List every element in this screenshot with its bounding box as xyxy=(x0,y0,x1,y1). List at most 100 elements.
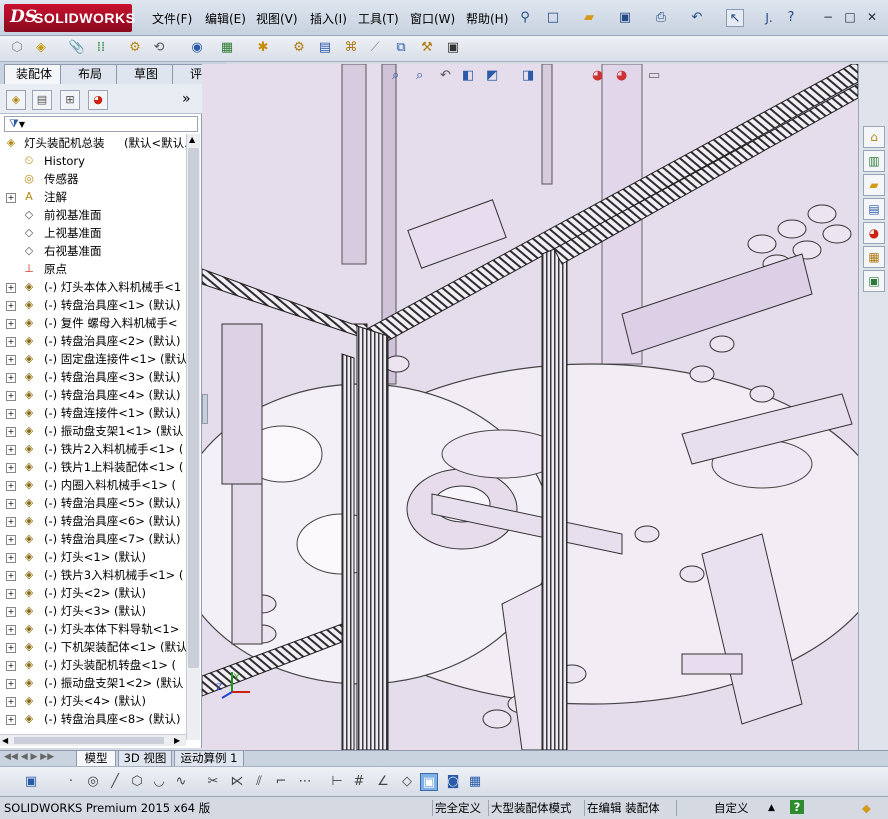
tree-root[interactable]: ◈ 灯头装配机总装 (默认<默认... xyxy=(0,134,188,152)
clearance-verification-icon[interactable]: ⚒ xyxy=(418,39,436,57)
graphics-area[interactable]: Z Y ⌕ ⌕ ↶ ◧ ◩ ◨ ◕ ◕ ▭ xyxy=(202,64,858,750)
menu-insert[interactable]: 插入(I) xyxy=(310,10,347,28)
table-icon[interactable]: ▦ xyxy=(466,773,484,791)
explode-line-sketch-icon[interactable]: ⟋ xyxy=(366,39,384,57)
hscroll-thumb[interactable] xyxy=(14,737,164,744)
new-document-icon[interactable]: □ xyxy=(544,9,562,27)
smart-fasteners-icon[interactable]: ⚙ xyxy=(126,39,144,57)
expand-toggle-icon[interactable]: + xyxy=(6,589,16,599)
tab-sketch[interactable]: 草图 xyxy=(116,64,176,84)
mirror-icon[interactable]: ⋉ xyxy=(228,773,246,791)
construction-icon[interactable]: ⋯ xyxy=(296,773,314,791)
property-manager-icon[interactable]: ▤ xyxy=(32,90,52,110)
tree-item[interactable]: + ◈ (-) 铁片1上料装配体<1> ( xyxy=(0,458,188,476)
view-orientation-icon[interactable]: ◩ xyxy=(486,68,498,83)
tree-item[interactable]: + ◈ (-) 转盘治具座<3> (默认) xyxy=(0,368,188,386)
tree-item[interactable]: ◇ 上视基准面 xyxy=(0,224,188,242)
previous-view-icon[interactable]: ↶ xyxy=(440,68,451,83)
feature-tree-icon[interactable]: ◈ xyxy=(6,90,26,110)
expand-toggle-icon[interactable]: + xyxy=(6,283,16,293)
print-icon[interactable]: ⎙ xyxy=(652,9,670,27)
expand-toggle-icon[interactable]: + xyxy=(6,319,16,329)
expand-toggle-icon[interactable]: + xyxy=(6,355,16,365)
new-part-icon[interactable]: ◈ xyxy=(32,39,50,57)
tree-item[interactable]: + ◈ (-) 灯头<4> (默认) xyxy=(0,692,188,710)
scrollbar-thumb[interactable] xyxy=(188,148,199,668)
tree-item[interactable]: + ◈ (-) 转盘治具座<2> (默认) xyxy=(0,332,188,350)
tree-item[interactable]: ⊥ 原点 xyxy=(0,260,188,278)
help-mark-icon[interactable]: ? xyxy=(790,800,804,814)
select-cursor-icon[interactable]: ↖ xyxy=(726,9,744,27)
file-explorer-icon[interactable]: ▰ xyxy=(863,174,885,196)
scene-icon[interactable]: ◕ xyxy=(616,68,627,83)
forum-icon[interactable]: ▣ xyxy=(863,270,885,292)
tab-layout[interactable]: 布局 xyxy=(60,64,120,84)
tree-item[interactable]: + ◈ (-) 转盘治具座<4> (默认) xyxy=(0,386,188,404)
tree-item[interactable]: + ◈ (-) 铁片3入料机械手<1> ( xyxy=(0,566,188,584)
expand-toggle-icon[interactable]: + xyxy=(6,463,16,473)
trim-icon[interactable]: ✂ xyxy=(204,773,222,791)
menu-tools[interactable]: 工具(T) xyxy=(358,10,399,28)
point-icon[interactable]: · xyxy=(62,773,80,791)
expand-toggle-icon[interactable]: + xyxy=(6,607,16,617)
grid-icon[interactable]: # xyxy=(350,773,368,791)
tree-item[interactable]: + ◈ (-) 灯头本体下料导轨<1> xyxy=(0,620,188,638)
menu-file[interactable]: 文件(F) xyxy=(152,10,192,28)
help-icon[interactable]: ? xyxy=(782,9,800,27)
filter-dropdown-icon[interactable]: ▼ xyxy=(19,120,25,129)
display-style-icon[interactable]: ◨ xyxy=(522,68,534,83)
expand-toggle-icon[interactable]: + xyxy=(6,535,16,545)
tree-item[interactable]: + ◈ (-) 振动盘支架1<1> (默认 xyxy=(0,422,188,440)
offset-icon[interactable]: ⫽ xyxy=(250,773,268,791)
instant3d-icon[interactable]: ▣ xyxy=(444,39,462,57)
appearance-icon[interactable]: ◕ xyxy=(592,68,603,83)
tree-item[interactable]: + ◈ (-) 振动盘支架1<2> (默认 xyxy=(0,674,188,692)
configuration-manager-icon[interactable]: ⊞ xyxy=(60,90,80,110)
tree-item[interactable]: + ◈ (-) 转盘连接件<1> (默认) xyxy=(0,404,188,422)
tree-item[interactable]: + ◈ (-) 灯头<2> (默认) xyxy=(0,584,188,602)
tree-item[interactable]: ◇ 右视基准面 xyxy=(0,242,188,260)
tree-item[interactable]: + ◈ (-) 复件 螺母入料机械手< xyxy=(0,314,188,332)
cube-wire-icon[interactable]: ◇ xyxy=(398,773,416,791)
scroll-right-icon[interactable]: ▶ xyxy=(174,736,180,745)
camera-icon[interactable]: ◙ xyxy=(444,773,462,791)
assembly-features-icon[interactable]: ▦ xyxy=(218,39,236,57)
dimension-icon[interactable]: ⊢ xyxy=(328,773,346,791)
tree-item[interactable]: + ◈ (-) 转盘治具座<8> (默认) xyxy=(0,710,188,728)
tree-item[interactable]: ◎ 传感器 xyxy=(0,170,188,188)
corner-icon[interactable]: ⌐ xyxy=(272,773,290,791)
solidworks-resources-icon[interactable]: ⌂ xyxy=(863,126,885,148)
zoom-to-area-icon[interactable]: ⌕ xyxy=(416,68,423,83)
minimize-icon[interactable]: − xyxy=(820,9,836,25)
menu-edit[interactable]: 编辑(E) xyxy=(205,10,246,28)
expand-toggle-icon[interactable]: + xyxy=(6,517,16,527)
expand-toggle-icon[interactable]: + xyxy=(6,625,16,635)
expand-toggle-icon[interactable]: + xyxy=(6,427,16,437)
scroll-left-icon[interactable]: ◀ xyxy=(2,736,8,745)
zoom-to-fit-icon[interactable]: ⌕ xyxy=(392,68,399,83)
text-label-j[interactable]: J. xyxy=(760,9,778,27)
close-icon[interactable]: ✕ xyxy=(864,9,880,25)
section-view-icon[interactable]: ◧ xyxy=(462,68,474,83)
tab-3d-view[interactable]: 3D 视图 xyxy=(118,751,172,767)
tab-assembly[interactable]: 装配体 xyxy=(4,64,64,84)
linear-pattern-icon[interactable]: ⁞⁞ xyxy=(92,39,110,57)
interference-detection-icon[interactable]: ⧉ xyxy=(392,39,410,57)
expand-toggle-icon[interactable]: + xyxy=(6,301,16,311)
circle-icon[interactable]: ◎ xyxy=(84,773,102,791)
bill-of-materials-icon[interactable]: ▤ xyxy=(316,39,334,57)
expand-toggle-icon[interactable]: + xyxy=(6,571,16,581)
appearances-icon[interactable]: ◕ xyxy=(863,222,885,244)
save-icon[interactable]: ▣ xyxy=(616,9,634,27)
mate-icon[interactable]: 📎 xyxy=(68,39,86,57)
tab-model[interactable]: 模型 xyxy=(76,751,116,767)
units-arrow-icon[interactable]: ▲ xyxy=(768,800,775,816)
tree-item[interactable]: + ◈ (-) 转盘治具座<6> (默认) xyxy=(0,512,188,530)
menu-help[interactable]: 帮助(H) xyxy=(466,10,508,28)
units-selector[interactable]: 自定义 xyxy=(714,800,749,816)
tree-item[interactable]: + ◈ (-) 内圈入料机械手<1> ( xyxy=(0,476,188,494)
expand-toggle-icon[interactable]: + xyxy=(6,715,16,725)
tree-item[interactable]: + A 注解 xyxy=(0,188,188,206)
spline-icon[interactable]: ∿ xyxy=(172,773,190,791)
solidworks-logo[interactable]: DS SOLIDWORKS xyxy=(4,4,135,32)
